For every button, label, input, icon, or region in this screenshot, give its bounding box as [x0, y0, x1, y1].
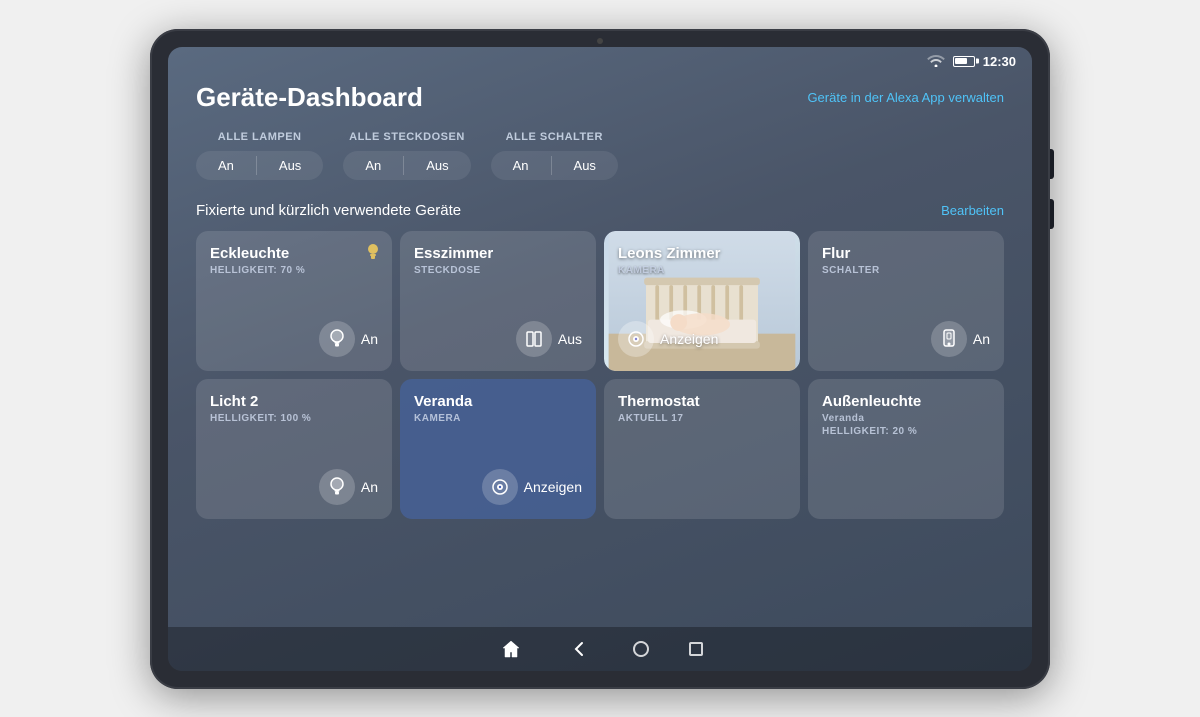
control-group-outlets: ALLE STECKDOSEN An Aus: [343, 131, 470, 180]
esszimmer-icon: [516, 321, 552, 357]
flur-status: An: [973, 331, 990, 347]
device-type-aussenleuchte: Veranda: [822, 413, 990, 424]
device-card-leons-zimmer[interactable]: Leons Zimmer KAMERA Anzei: [604, 231, 800, 371]
lamps-off-button[interactable]: Aus: [257, 151, 323, 180]
device-type-flur: SCHALTER: [822, 265, 990, 276]
battery-indicator: [953, 56, 975, 67]
device-name-licht2: Licht 2: [210, 393, 378, 411]
device-card-esszimmer[interactable]: Esszimmer STECKDOSE Aus: [400, 231, 596, 371]
veranda-icon: [482, 469, 518, 505]
switches-buttons: An Aus: [491, 151, 618, 180]
switches-off-button[interactable]: Aus: [552, 151, 618, 180]
licht2-status: An: [361, 479, 378, 495]
home-nav-button[interactable]: [497, 635, 525, 663]
device-brightness-licht2: HELLIGKEIT: 100 %: [210, 413, 378, 424]
device-card-thermostat[interactable]: Thermostat AKTUELL 17: [604, 379, 800, 519]
lamps-buttons: An Aus: [196, 151, 323, 180]
outlets-buttons: An Aus: [343, 151, 470, 180]
clock: 12:30: [983, 54, 1016, 69]
device-type-esszimmer: STECKDOSE: [414, 265, 582, 276]
lamps-label: ALLE LAMPEN: [218, 131, 302, 143]
leons-zimmer-overlay: Leons Zimmer KAMERA Anzei: [618, 245, 786, 357]
camera-dot: [597, 38, 603, 44]
outlets-on-button[interactable]: An: [343, 151, 403, 180]
status-bar: 12:30: [168, 47, 1032, 72]
edit-link[interactable]: Bearbeiten: [941, 203, 1004, 218]
side-button-top[interactable]: [1050, 149, 1054, 179]
leons-zimmer-icon: [618, 321, 654, 357]
eckleuchte-icon: [319, 321, 355, 357]
device-grid: Eckleuchte HELLIGKEIT: 70 %: [196, 231, 1004, 623]
device-card-flur[interactable]: Flur SCHALTER An: [808, 231, 1004, 371]
page-header: Geräte-Dashboard Geräte in der Alexa App…: [196, 82, 1004, 113]
device-card-veranda[interactable]: Veranda KAMERA Anzeigen: [400, 379, 596, 519]
device-name-flur: Flur: [822, 245, 990, 263]
bottom-navigation: [168, 627, 1032, 671]
device-type-veranda: KAMERA: [414, 413, 582, 424]
tablet-screen: 12:30 Geräte-Dashboard Geräte in der Ale…: [168, 47, 1032, 671]
back-nav-button[interactable]: [565, 635, 593, 663]
wifi-icon: [927, 53, 945, 70]
control-group-switches: ALLE SCHALTER An Aus: [491, 131, 618, 180]
licht2-icon: [319, 469, 355, 505]
nav-square-button[interactable]: [689, 642, 703, 656]
device-name-aussenleuchte: Außenleuchte: [822, 393, 990, 411]
switches-on-button[interactable]: An: [491, 151, 551, 180]
control-group-lamps: ALLE LAMPEN An Aus: [196, 131, 323, 180]
device-card-eckleuchte[interactable]: Eckleuchte HELLIGKEIT: 70 %: [196, 231, 392, 371]
veranda-status: Anzeigen: [524, 479, 582, 495]
page-title: Geräte-Dashboard: [196, 82, 423, 113]
device-type-thermostat: AKTUELL 17: [618, 413, 786, 424]
quick-controls: ALLE LAMPEN An Aus ALLE STECKDOSEN An Au…: [196, 131, 1004, 180]
lamps-on-button[interactable]: An: [196, 151, 256, 180]
manage-link[interactable]: Geräte in der Alexa App verwalten: [807, 90, 1004, 105]
outlets-label: ALLE STECKDOSEN: [349, 131, 465, 143]
device-card-licht2[interactable]: Licht 2 HELLIGKEIT: 100 % An: [196, 379, 392, 519]
device-name-leons-zimmer: Leons Zimmer: [618, 245, 786, 263]
leons-zimmer-status: Anzeigen: [660, 331, 718, 347]
esszimmer-status: Aus: [558, 331, 582, 347]
side-button-mid[interactable]: [1050, 199, 1054, 229]
switches-label: ALLE SCHALTER: [506, 131, 603, 143]
device-brightness-aussenleuchte: HELLIGKEIT: 20 %: [822, 426, 990, 437]
tablet-device: 12:30 Geräte-Dashboard Geräte in der Ale…: [150, 29, 1050, 689]
device-name-veranda: Veranda: [414, 393, 582, 411]
eckleuchte-status: An: [361, 331, 378, 347]
device-name-thermostat: Thermostat: [618, 393, 786, 411]
section-header: Fixierte und kürzlich verwendete Geräte …: [196, 202, 1004, 219]
screen-content: Geräte-Dashboard Geräte in der Alexa App…: [168, 72, 1032, 623]
device-name-esszimmer: Esszimmer: [414, 245, 582, 263]
flur-icon: [931, 321, 967, 357]
section-title: Fixierte und kürzlich verwendete Geräte: [196, 202, 461, 219]
nav-circle-button[interactable]: [633, 641, 649, 657]
device-brightness-eckleuchte: HELLIGKEIT: 70 %: [210, 265, 378, 276]
device-card-aussenleuchte[interactable]: Außenleuchte Veranda HELLIGKEIT: 20 %: [808, 379, 1004, 519]
device-name-eckleuchte: Eckleuchte: [210, 245, 378, 263]
outlets-off-button[interactable]: Aus: [404, 151, 470, 180]
device-type-leons-zimmer: KAMERA: [618, 265, 786, 276]
